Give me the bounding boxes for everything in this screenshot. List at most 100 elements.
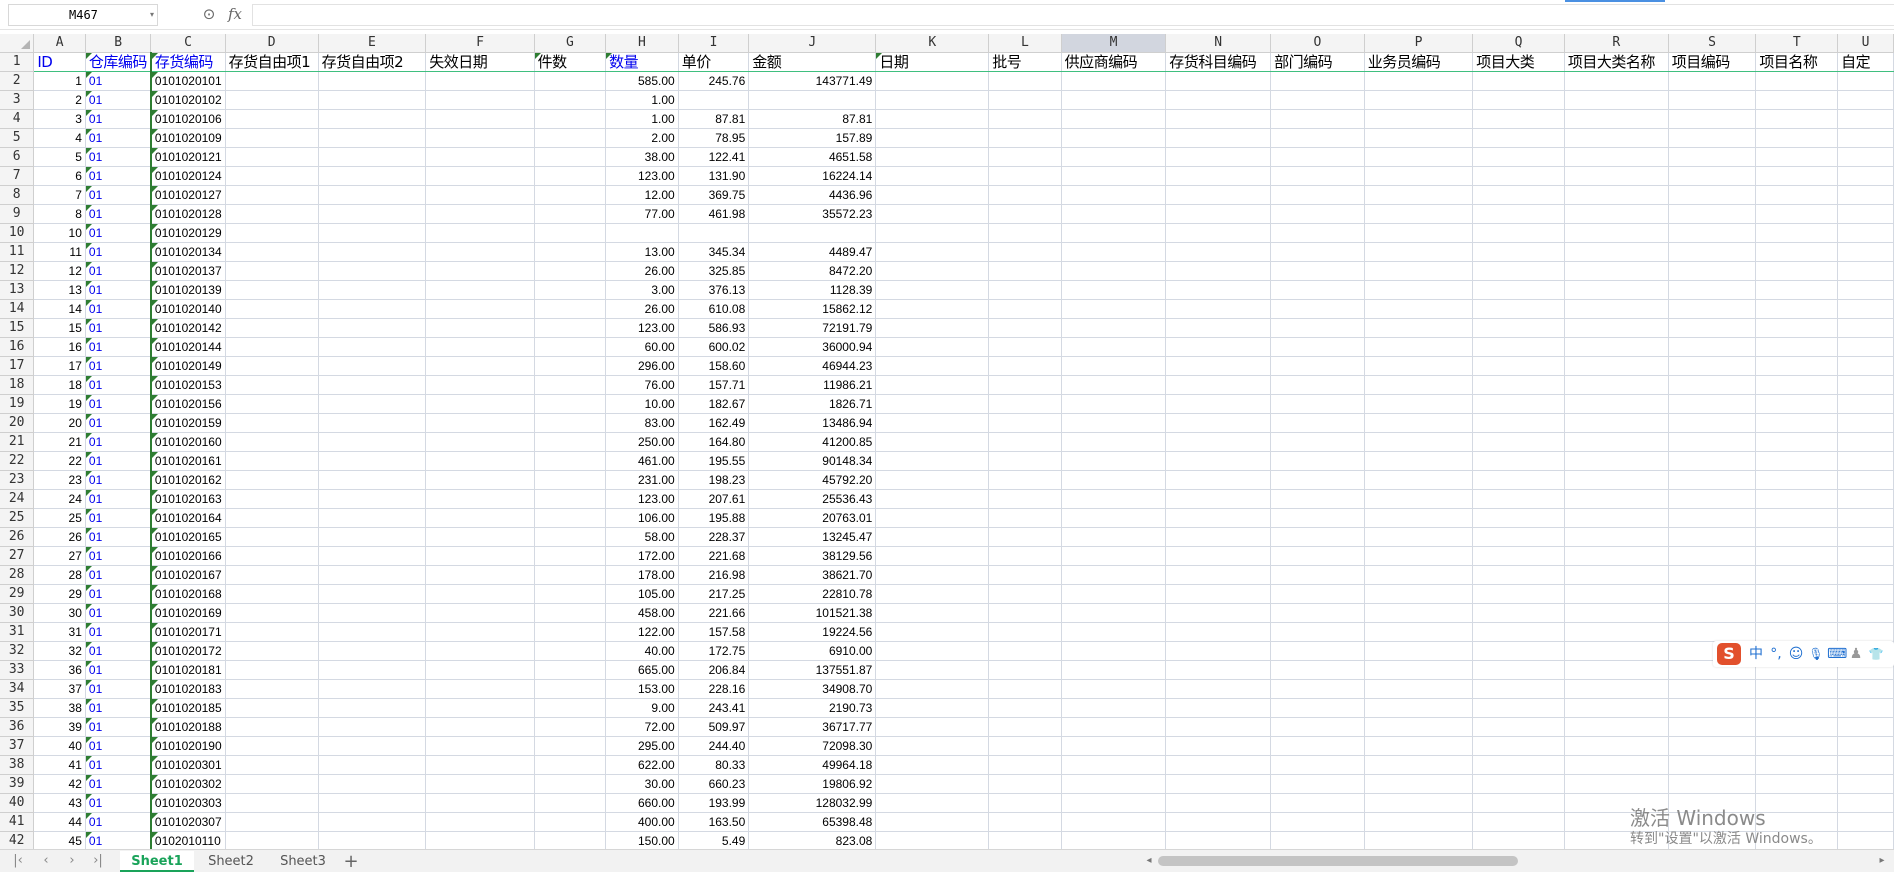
column-header-f[interactable]: F (425, 34, 535, 53)
amount-cell[interactable] (748, 223, 877, 243)
table-row[interactable]: 37 40 01 0101020190 295.00 244.40 72098.30 (0, 736, 1894, 756)
table-cell[interactable] (1270, 622, 1365, 642)
table-row[interactable]: 24 24 01 0101020163 123.00 207.61 25536.43 (0, 489, 1894, 509)
table-cell[interactable] (1165, 717, 1272, 737)
table-cell[interactable] (1564, 166, 1669, 186)
table-cell[interactable] (1472, 394, 1565, 414)
id-cell[interactable]: 18 (33, 375, 86, 395)
inventory-code-cell[interactable]: 0101020101 (149, 71, 226, 91)
table-cell[interactable] (1061, 717, 1167, 737)
table-cell[interactable] (875, 394, 990, 414)
table-row[interactable]: 19 19 01 0101020156 10.00 182.67 1826.71 (0, 394, 1894, 414)
table-cell[interactable] (1270, 204, 1365, 224)
table-cell[interactable] (1668, 603, 1757, 623)
table-cell[interactable] (1165, 337, 1272, 357)
table-cell[interactable] (1061, 603, 1167, 623)
id-cell[interactable]: 2 (33, 90, 86, 110)
table-cell[interactable] (875, 242, 990, 262)
table-cell[interactable] (318, 242, 427, 262)
table-cell[interactable] (1364, 109, 1474, 129)
warehouse-code-cell[interactable]: 01 (85, 508, 152, 528)
table-cell[interactable] (1755, 432, 1839, 452)
table-cell[interactable] (534, 299, 607, 319)
table-cell[interactable] (875, 831, 990, 849)
header-cell[interactable]: 存货科目编码 (1165, 52, 1272, 72)
table-cell[interactable] (425, 223, 535, 243)
table-cell[interactable] (1472, 603, 1565, 623)
table-cell[interactable] (1165, 584, 1272, 604)
table-cell[interactable] (425, 90, 535, 110)
table-cell[interactable] (1364, 394, 1474, 414)
inventory-code-cell[interactable]: 0101020160 (149, 432, 226, 452)
table-cell[interactable] (875, 413, 990, 433)
table-cell[interactable] (225, 717, 319, 737)
column-header-a[interactable]: A (33, 34, 86, 53)
table-row[interactable]: 21 21 01 0101020160 250.00 164.80 41200.85 (0, 432, 1894, 452)
warehouse-code-cell[interactable]: 01 (85, 71, 152, 91)
header-cell[interactable]: 供应商编码 (1061, 52, 1167, 72)
table-cell[interactable] (318, 736, 427, 756)
inventory-code-cell[interactable]: 0101020153 (149, 375, 226, 395)
amount-cell[interactable]: 46944.23 (748, 356, 877, 376)
table-cell[interactable] (1472, 527, 1565, 547)
table-cell[interactable] (1755, 280, 1839, 300)
id-cell[interactable]: 42 (33, 774, 86, 794)
table-cell[interactable] (1364, 622, 1474, 642)
warehouse-code-cell[interactable]: 01 (85, 451, 152, 471)
table-cell[interactable] (534, 565, 607, 585)
amount-cell[interactable]: 19806.92 (748, 774, 877, 794)
table-cell[interactable] (1061, 774, 1167, 794)
table-cell[interactable] (1270, 223, 1365, 243)
table-cell[interactable] (225, 413, 319, 433)
amount-cell[interactable]: 16224.14 (748, 166, 877, 186)
table-cell[interactable] (1837, 489, 1894, 509)
table-cell[interactable] (1270, 375, 1365, 395)
header-cell[interactable]: 存货自由项1 (225, 52, 319, 72)
table-cell[interactable] (988, 660, 1062, 680)
header-cell[interactable]: 日期 (875, 52, 990, 72)
column-header-s[interactable]: S (1668, 34, 1757, 53)
table-cell[interactable] (225, 71, 319, 91)
row-header[interactable]: 23 (0, 470, 35, 490)
warehouse-code-cell[interactable]: 01 (85, 261, 152, 281)
table-cell[interactable] (1472, 831, 1565, 849)
table-cell[interactable] (534, 660, 607, 680)
table-cell[interactable] (1564, 603, 1669, 623)
table-cell[interactable] (1755, 128, 1839, 148)
row-header[interactable]: 9 (0, 204, 35, 224)
table-cell[interactable] (1472, 546, 1565, 566)
table-cell[interactable] (534, 375, 607, 395)
table-cell[interactable] (1472, 489, 1565, 509)
table-cell[interactable] (988, 565, 1062, 585)
warehouse-code-cell[interactable]: 01 (85, 318, 152, 338)
table-cell[interactable] (1564, 242, 1669, 262)
row-header[interactable]: 16 (0, 337, 35, 357)
table-cell[interactable] (1061, 166, 1167, 186)
table-cell[interactable] (225, 755, 319, 775)
inventory-code-cell[interactable]: 0101020188 (149, 717, 226, 737)
table-cell[interactable] (1061, 622, 1167, 642)
inventory-code-cell[interactable]: 0101020161 (149, 451, 226, 471)
scrollbar-thumb[interactable] (1158, 856, 1518, 866)
amount-cell[interactable]: 15862.12 (748, 299, 877, 319)
amount-cell[interactable]: 4489.47 (748, 242, 877, 262)
table-cell[interactable] (1668, 527, 1757, 547)
table-cell[interactable] (1755, 717, 1839, 737)
table-cell[interactable] (318, 451, 427, 471)
table-cell[interactable] (988, 774, 1062, 794)
table-cell[interactable] (988, 717, 1062, 737)
table-cell[interactable] (988, 337, 1062, 357)
unit-price-cell[interactable]: 345.34 (678, 242, 750, 262)
inventory-code-cell[interactable]: 0101020137 (149, 261, 226, 281)
table-row[interactable]: 12 12 01 0101020137 26.00 325.85 8472.20 (0, 261, 1894, 281)
table-cell[interactable] (1270, 717, 1365, 737)
table-cell[interactable] (988, 185, 1062, 205)
table-cell[interactable] (318, 527, 427, 547)
table-cell[interactable] (1837, 356, 1894, 376)
table-cell[interactable] (1472, 774, 1565, 794)
table-cell[interactable] (988, 299, 1062, 319)
row-header[interactable]: 30 (0, 603, 35, 623)
table-cell[interactable] (988, 71, 1062, 91)
header-cell[interactable]: 项目大类 (1472, 52, 1565, 72)
table-cell[interactable] (875, 774, 990, 794)
